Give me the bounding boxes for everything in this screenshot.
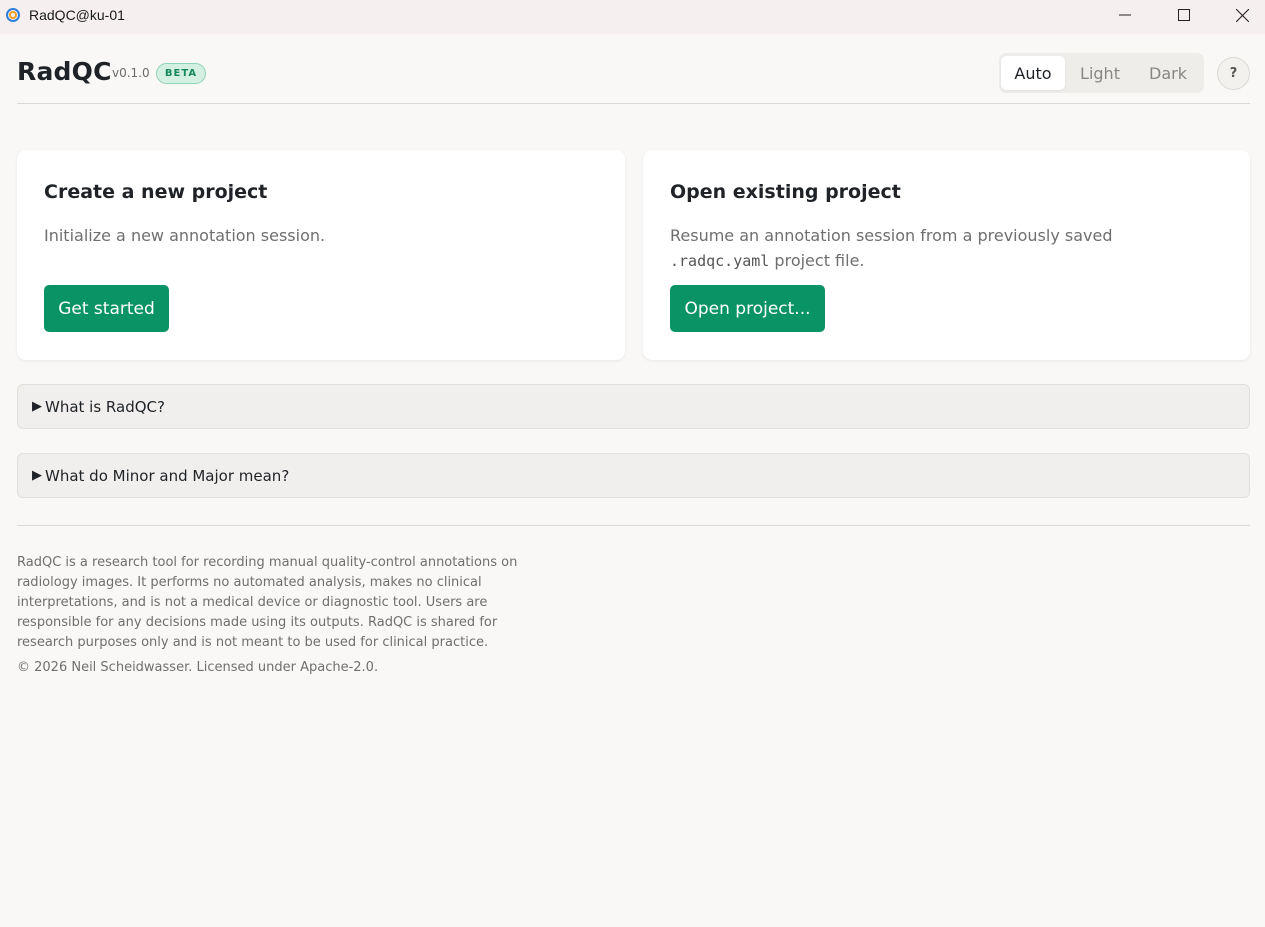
close-button[interactable] [1213,0,1265,30]
open-project-button[interactable]: Open project... [670,285,825,332]
new-project-description: Initialize a new annotation session. [44,226,326,245]
theme-option-light[interactable]: Light [1067,56,1133,90]
maximize-button[interactable] [1155,0,1213,30]
accordion-label: What is RadQC? [45,397,165,416]
new-project-card: Create a new project Initialize a new an… [17,150,625,360]
version-label: v0.1.0 [112,66,150,80]
open-project-description: Resume an annotation session from a prev… [670,223,1190,274]
expand-arrow-icon: ▶ [32,468,42,483]
open-project-description-suffix: project file. [769,251,865,270]
disclaimer-text: RadQC is a research tool for recording m… [17,555,518,650]
app-header: RadQC v0.1.0 BETA Auto Light Dark ? [17,35,1250,104]
window-title: RadQC@ku-01 [29,7,125,23]
window-titlebar: RadQC@ku-01 [0,0,1265,34]
theme-option-dark[interactable]: Dark [1135,56,1201,90]
close-icon [1235,8,1249,22]
new-project-title: Create a new project [44,181,268,203]
get-started-button[interactable]: Get started [44,285,169,332]
expand-arrow-icon: ▶ [32,399,42,414]
app-brand: RadQC [17,57,112,86]
project-filename: .radqc.yaml [670,252,770,270]
accordion-label: What do Minor and Major mean? [45,466,290,485]
open-project-title: Open existing project [670,181,901,203]
copyright-text: © 2026 Neil Scheidwasser. Licensed under… [17,660,379,675]
theme-toggle: Auto Light Dark [999,53,1204,93]
footer-divider [17,525,1250,526]
accordion-minor-major[interactable]: ▶ What do Minor and Major mean? [17,453,1250,498]
help-button[interactable]: ? [1217,57,1250,90]
app-icon [5,7,21,23]
beta-badge: BETA [156,63,206,84]
accordion-what-is-radqc[interactable]: ▶ What is RadQC? [17,384,1250,429]
open-project-card: Open existing project Resume an annotati… [643,150,1250,360]
theme-option-auto[interactable]: Auto [1001,56,1065,90]
minimize-icon [1119,14,1131,16]
maximize-icon [1178,9,1190,21]
minimize-button[interactable] [1096,0,1154,30]
open-project-description-text: Resume an annotation session from a prev… [670,226,1113,245]
